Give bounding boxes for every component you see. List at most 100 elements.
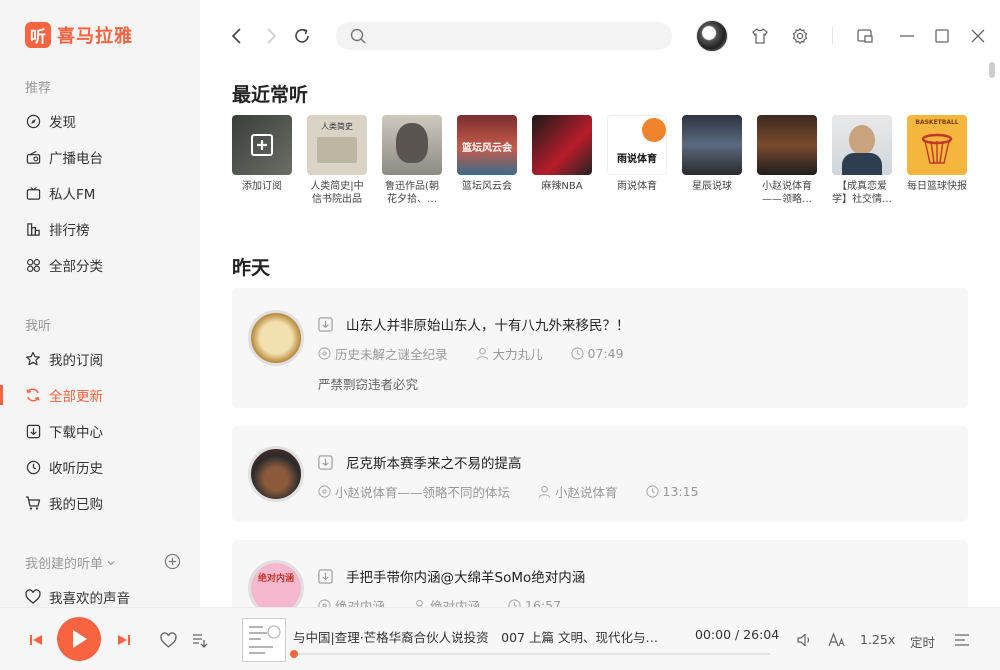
refresh-button[interactable] <box>292 26 312 46</box>
sidebar-item-purchased[interactable]: 我的已购 <box>25 493 103 513</box>
chevron-down-icon <box>107 560 115 565</box>
forward-button[interactable] <box>262 27 280 45</box>
sidebar-item-ranking[interactable]: 排行榜 <box>25 219 90 239</box>
skin-button[interactable] <box>750 26 770 46</box>
sidebar-item-label: 我的订阅 <box>49 353 103 369</box>
album-name: 绝对内涵 <box>335 599 386 607</box>
timer-button[interactable]: 定时 <box>910 632 935 651</box>
download-icon[interactable] <box>318 316 333 332</box>
text-size-button[interactable] <box>827 631 847 649</box>
like-button[interactable] <box>159 631 177 649</box>
skip-previous-icon <box>30 635 42 645</box>
sidebar-item-label: 全部分类 <box>49 259 103 275</box>
sidebar-item-all-updates[interactable]: 全部更新 <box>25 385 103 405</box>
recent-item[interactable]: 人类简史 人类简史|中信书院出品 <box>307 115 367 206</box>
add-list-icon[interactable] <box>164 553 181 570</box>
maximize-button[interactable] <box>932 26 952 46</box>
sidebar: 听 喜马拉雅 推荐 发现 广播电台 私人FM 排行榜 全部分类 我听 我的订阅 … <box>0 0 200 607</box>
search-input[interactable] <box>374 28 664 44</box>
recent-item[interactable]: 雨说体育 雨说体育 <box>607 115 667 206</box>
sidebar-item-label: 广播电台 <box>49 151 103 167</box>
download-icon[interactable] <box>318 454 333 470</box>
sidebar-item-favorites[interactable]: 我喜欢的声音 <box>25 587 130 607</box>
recent-item[interactable]: BASKETBALL 每日篮球快报 <box>907 115 967 206</box>
feed-card[interactable]: 尼克斯本赛季来之不易的提高 小赵说体育——领略不同的体坛 小赵说体育 13:15 <box>232 426 968 522</box>
user-avatar[interactable] <box>696 20 728 52</box>
volume-button[interactable] <box>795 631 813 649</box>
sidebar-item-subscriptions[interactable]: 我的订阅 <box>25 349 103 369</box>
album-meta[interactable]: 小赵说体育——领略不同的体坛 <box>318 482 510 501</box>
album-meta[interactable]: 绝对内涵 <box>318 596 385 607</box>
sidebar-item-categories[interactable]: 全部分类 <box>25 255 103 275</box>
cover-art <box>842 153 882 175</box>
fm-icon <box>25 185 41 201</box>
download-icon[interactable] <box>318 568 333 584</box>
yesterday-title: 昨天 <box>232 257 271 279</box>
minimize-icon <box>900 35 914 37</box>
sidebar-item-discover[interactable]: 发现 <box>25 111 76 131</box>
download-icon <box>25 423 41 439</box>
search-icon <box>350 28 366 44</box>
close-button[interactable] <box>968 26 988 46</box>
section-recommend: 推荐 <box>25 81 52 96</box>
recent-label: 【成真恋爱学】社交情… <box>832 181 892 205</box>
recent-item[interactable]: 小赵说体育——领略… <box>757 115 817 206</box>
recent-label: 篮坛风云会 <box>462 181 512 192</box>
now-playing-title[interactable]: 与中国|查理·芒格华裔合伙人说投资 007 上篇 文明、现代化与… <box>293 627 658 646</box>
playlist-add-button[interactable] <box>191 631 209 649</box>
album-avatar <box>248 446 304 502</box>
author-meta[interactable]: 绝对内涵 <box>413 596 480 607</box>
sidebar-item-fm[interactable]: 私人FM <box>25 183 95 203</box>
search-bar[interactable] <box>336 22 672 50</box>
recent-item[interactable]: 篮坛风云会 篮坛风云会 <box>457 115 517 206</box>
duration: 07:49 <box>587 346 624 361</box>
chevron-right-icon <box>267 28 277 44</box>
episode-title[interactable]: 尼克斯本赛季来之不易的提高 <box>346 452 522 472</box>
recent-item[interactable]: 星辰说球 <box>682 115 742 206</box>
progress-knob[interactable] <box>290 650 298 658</box>
sidebar-item-downloads[interactable]: 下载中心 <box>25 421 103 441</box>
cover-text: BASKETBALL <box>915 119 959 126</box>
duration-meta: 07:49 <box>570 346 624 361</box>
scrollbar-thumb[interactable] <box>989 62 995 78</box>
recent-label: 雨说体育 <box>617 181 657 192</box>
recent-item[interactable]: 麻辣NBA <box>532 115 592 206</box>
sidebar-item-radio[interactable]: 广播电台 <box>25 147 103 167</box>
feed-card[interactable]: 绝对内涵 手把手带你内涵@大绵羊SoMo绝对内涵 绝对内涵 绝对内涵 16:57 <box>232 540 968 607</box>
playlist-button[interactable] <box>953 631 971 649</box>
episode-title[interactable]: 山东人并非原始山东人，十有八九外来移民？！ <box>346 314 630 334</box>
episode-note: 严禁剽窃违者必究 <box>318 377 419 392</box>
play-button[interactable] <box>57 617 101 661</box>
recent-item-add[interactable]: 添加订阅 <box>232 115 292 206</box>
previous-button[interactable] <box>28 632 44 648</box>
star-icon <box>25 351 41 367</box>
mini-window-icon <box>857 29 873 43</box>
album-disc-icon <box>318 599 331 607</box>
chevron-left-icon <box>231 28 241 44</box>
episode-title[interactable]: 手把手带你内涵@大绵羊SoMo绝对内涵 <box>346 566 585 586</box>
speaker-icon <box>797 633 810 647</box>
heart-icon <box>159 631 177 648</box>
feed-card[interactable]: 山东人并非原始山东人，十有八九外来移民？！ 历史未解之谜全纪录 大力丸儿 07:… <box>232 288 968 408</box>
section-created-lists[interactable]: 我创建的听单 <box>25 553 116 572</box>
mini-mode-button[interactable] <box>855 26 875 46</box>
settings-button[interactable] <box>790 26 810 46</box>
recent-cover: BASKETBALL <box>907 115 967 175</box>
minimize-button[interactable] <box>897 26 917 46</box>
speed-button[interactable]: 1.25x <box>860 632 895 647</box>
recent-item[interactable]: 鲁迅作品(朝花夕拾、… <box>382 115 442 206</box>
app-logo[interactable]: 听 喜马拉雅 <box>25 22 133 48</box>
recent-item[interactable]: 【成真恋爱学】社交情… <box>832 115 892 206</box>
recent-cover: 雨说体育 <box>607 115 667 175</box>
recent-cover <box>232 115 292 175</box>
recent-label: 星辰说球 <box>692 181 732 192</box>
author-meta[interactable]: 大力丸儿 <box>476 344 543 363</box>
next-button[interactable] <box>116 632 132 648</box>
sidebar-item-history[interactable]: 收听历史 <box>25 457 103 477</box>
back-button[interactable] <box>228 27 246 45</box>
album-meta[interactable]: 历史未解之谜全纪录 <box>318 344 448 363</box>
author-meta[interactable]: 小赵说体育 <box>538 482 618 501</box>
now-playing-cover[interactable] <box>242 618 286 662</box>
reload-icon <box>295 28 309 43</box>
progress-track[interactable] <box>294 653 770 655</box>
